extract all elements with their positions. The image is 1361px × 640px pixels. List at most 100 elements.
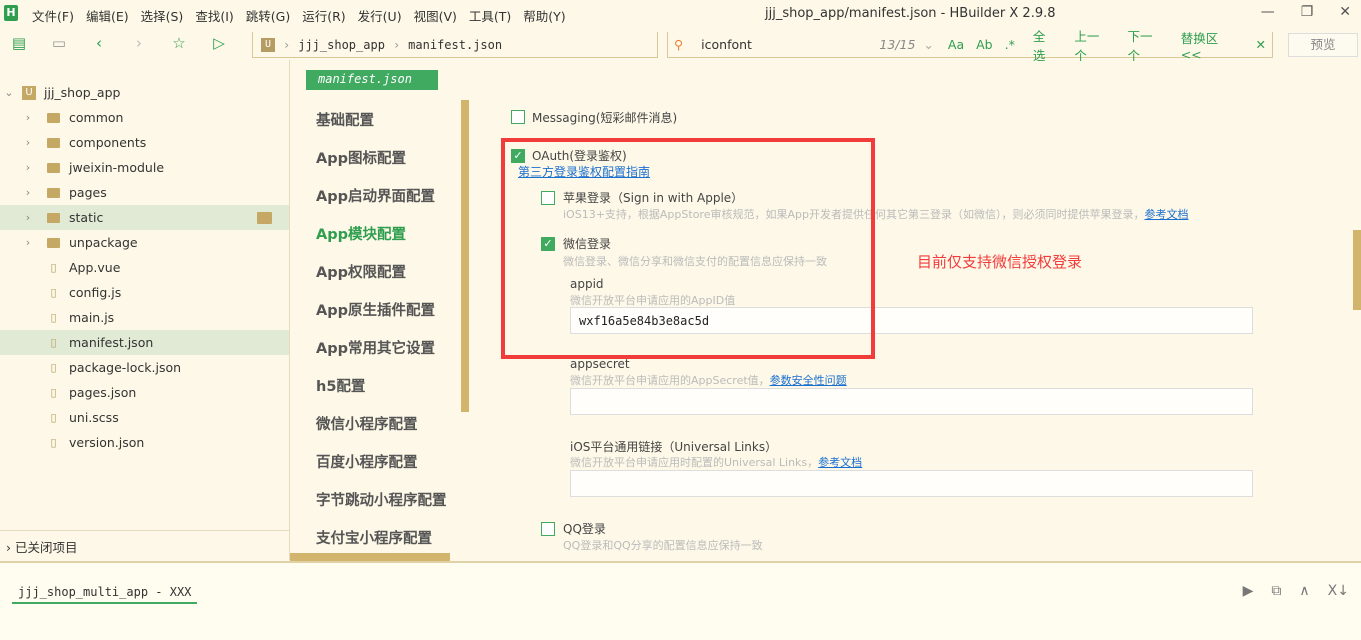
tree-project[interactable]: ⌄ U jjj_shop_app: [0, 80, 289, 105]
project-icon: U: [22, 85, 36, 100]
tree-label: manifest.json: [69, 335, 154, 350]
tree-item[interactable]: ▯ config.js: [0, 280, 289, 305]
messaging-label: Messaging(短彩邮件消息): [532, 111, 678, 125]
close-icon[interactable]: ✕: [1339, 4, 1351, 20]
chevron-right-icon: ›: [25, 211, 31, 224]
menu-help[interactable]: 帮助(Y): [523, 6, 565, 25]
back-icon[interactable]: ‹: [90, 34, 108, 52]
tree-item[interactable]: › static: [0, 205, 289, 230]
run-icon[interactable]: ▷: [210, 34, 228, 52]
config-nav-item[interactable]: 百度小程序配置: [316, 451, 418, 472]
tree-label: uni.scss: [69, 410, 119, 425]
terminal-tab[interactable]: jjj_shop_multi_app - XXX: [12, 585, 198, 604]
config-nav-item[interactable]: App权限配置: [316, 261, 406, 282]
tree-item[interactable]: › pages: [0, 180, 289, 205]
file-icon: ▯: [50, 286, 57, 299]
menu-select[interactable]: 选择(S): [141, 6, 184, 25]
tree-label: unpackage: [69, 235, 138, 250]
open-external-icon[interactable]: ⧉: [1271, 583, 1281, 599]
appsecret-input[interactable]: [570, 388, 1253, 415]
menu-file[interactable]: 文件(F): [32, 6, 74, 25]
new-file-icon[interactable]: ▤: [10, 34, 28, 52]
find-next-button[interactable]: 下一个: [1128, 26, 1163, 64]
appsecret-security-link[interactable]: 参数安全性问题: [770, 374, 847, 387]
config-nav-item[interactable]: h5配置: [316, 375, 365, 396]
whole-word-icon[interactable]: Ab: [976, 37, 993, 52]
tree-item[interactable]: ▯ App.vue: [0, 255, 289, 280]
find-input[interactable]: iconfont: [701, 37, 879, 52]
file-icon: ▯: [50, 261, 57, 274]
clear-icon[interactable]: X↓: [1328, 583, 1349, 599]
tree-item[interactable]: ▯ version.json: [0, 430, 289, 455]
open-folder-icon[interactable]: [257, 211, 272, 224]
play-icon[interactable]: ▶: [1243, 583, 1254, 599]
menu-publish[interactable]: 发行(U): [358, 6, 402, 25]
restore-icon[interactable]: ❐: [1301, 4, 1314, 20]
chevron-down-icon: ⌄: [4, 86, 14, 99]
chevron-right-icon: ›: [25, 186, 31, 199]
content-scrollbar[interactable]: [1353, 230, 1361, 310]
appsecret-hint: 微信开放平台申请应用的AppSecret值，: [570, 374, 770, 387]
chevron-up-icon[interactable]: ∧: [1299, 583, 1309, 599]
universal-links-label: iOS平台通用链接（Universal Links）: [570, 440, 778, 454]
tree-label: package-lock.json: [69, 360, 182, 375]
close-find-icon[interactable]: ✕: [1256, 37, 1266, 52]
preview-button[interactable]: 预览: [1288, 33, 1358, 57]
apple-doc-link[interactable]: 参考文档: [1144, 208, 1188, 221]
find-prev-button[interactable]: 上一个: [1074, 26, 1109, 64]
folder-icon: [47, 162, 60, 173]
save-icon[interactable]: ▭: [50, 34, 68, 52]
tree-item[interactable]: › components: [0, 130, 289, 155]
regex-icon[interactable]: .*: [1005, 37, 1015, 52]
config-nav-item[interactable]: 微信小程序配置: [316, 413, 418, 434]
file-icon: ▯: [50, 361, 57, 374]
config-nav-item[interactable]: 基础配置: [316, 109, 374, 130]
tree-label: jweixin-module: [69, 160, 165, 175]
universal-links-input[interactable]: [570, 470, 1253, 497]
editor-tab[interactable]: manifest.json: [306, 70, 438, 90]
config-nav-item[interactable]: App图标配置: [316, 147, 406, 168]
config-nav-item[interactable]: App常用其它设置: [316, 337, 435, 358]
tree-item[interactable]: ▯ package-lock.json: [0, 355, 289, 380]
config-nav-scrollbar[interactable]: [461, 100, 469, 412]
config-nav-item[interactable]: App启动界面配置: [316, 185, 435, 206]
tree-label: pages.json: [69, 385, 137, 400]
breadcrumb-project[interactable]: jjj_shop_app: [298, 38, 385, 52]
menu-goto[interactable]: 跳转(G): [246, 6, 290, 25]
minimize-icon[interactable]: —: [1261, 4, 1275, 20]
tree-item[interactable]: › jweixin-module: [0, 155, 289, 180]
closed-projects[interactable]: › 已关闭项目: [0, 530, 289, 558]
match-case-icon[interactable]: Aa: [948, 37, 964, 52]
menu-tools[interactable]: 工具(T): [469, 6, 511, 25]
config-nav-item[interactable]: App原生插件配置: [316, 299, 435, 320]
tree-item[interactable]: › common: [0, 105, 289, 130]
find-bar: ⚲ iconfont 13/15 ⌄ Aa Ab .* 全选 上一个 下一个 替…: [667, 29, 1273, 63]
menu-edit[interactable]: 编辑(E): [86, 6, 129, 25]
find-history-icon[interactable]: ⌄: [923, 37, 933, 52]
config-nav-hscrollbar[interactable]: [290, 553, 450, 561]
universal-doc-link[interactable]: 参考文档: [818, 456, 862, 469]
config-nav-item[interactable]: App模块配置: [316, 223, 406, 244]
tree-item[interactable]: ▯ main.js: [0, 305, 289, 330]
tree-label: version.json: [69, 435, 145, 450]
chevron-right-icon: ›: [25, 136, 31, 149]
config-nav-item[interactable]: 支付宝小程序配置: [316, 527, 432, 548]
messaging-checkbox[interactable]: [511, 110, 525, 124]
tree-item[interactable]: ▯ manifest.json: [0, 330, 289, 355]
qq-login-checkbox[interactable]: [541, 522, 555, 536]
tree-label: static: [69, 210, 104, 225]
tree-item[interactable]: ▯ uni.scss: [0, 405, 289, 430]
menu-view[interactable]: 视图(V): [414, 6, 457, 25]
replace-toggle-button[interactable]: 替换区<<: [1181, 28, 1236, 62]
menu-find[interactable]: 查找(I): [195, 6, 233, 25]
config-nav-item[interactable]: 字节跳动小程序配置: [316, 489, 447, 510]
menu-run[interactable]: 运行(R): [302, 6, 345, 25]
star-icon[interactable]: ☆: [170, 34, 188, 52]
select-all-button[interactable]: 全选: [1033, 26, 1056, 64]
menu-bar: 文件(F) 编辑(E) 选择(S) 查找(I) 跳转(G) 运行(R) 发行(U…: [32, 6, 566, 25]
qq-login-hint: QQ登录和QQ分享的配置信息应保持一致: [563, 539, 763, 552]
breadcrumb-file[interactable]: manifest.json: [408, 38, 502, 52]
forward-icon[interactable]: ›: [130, 34, 148, 52]
tree-item[interactable]: ▯ pages.json: [0, 380, 289, 405]
tree-item[interactable]: › unpackage: [0, 230, 289, 255]
